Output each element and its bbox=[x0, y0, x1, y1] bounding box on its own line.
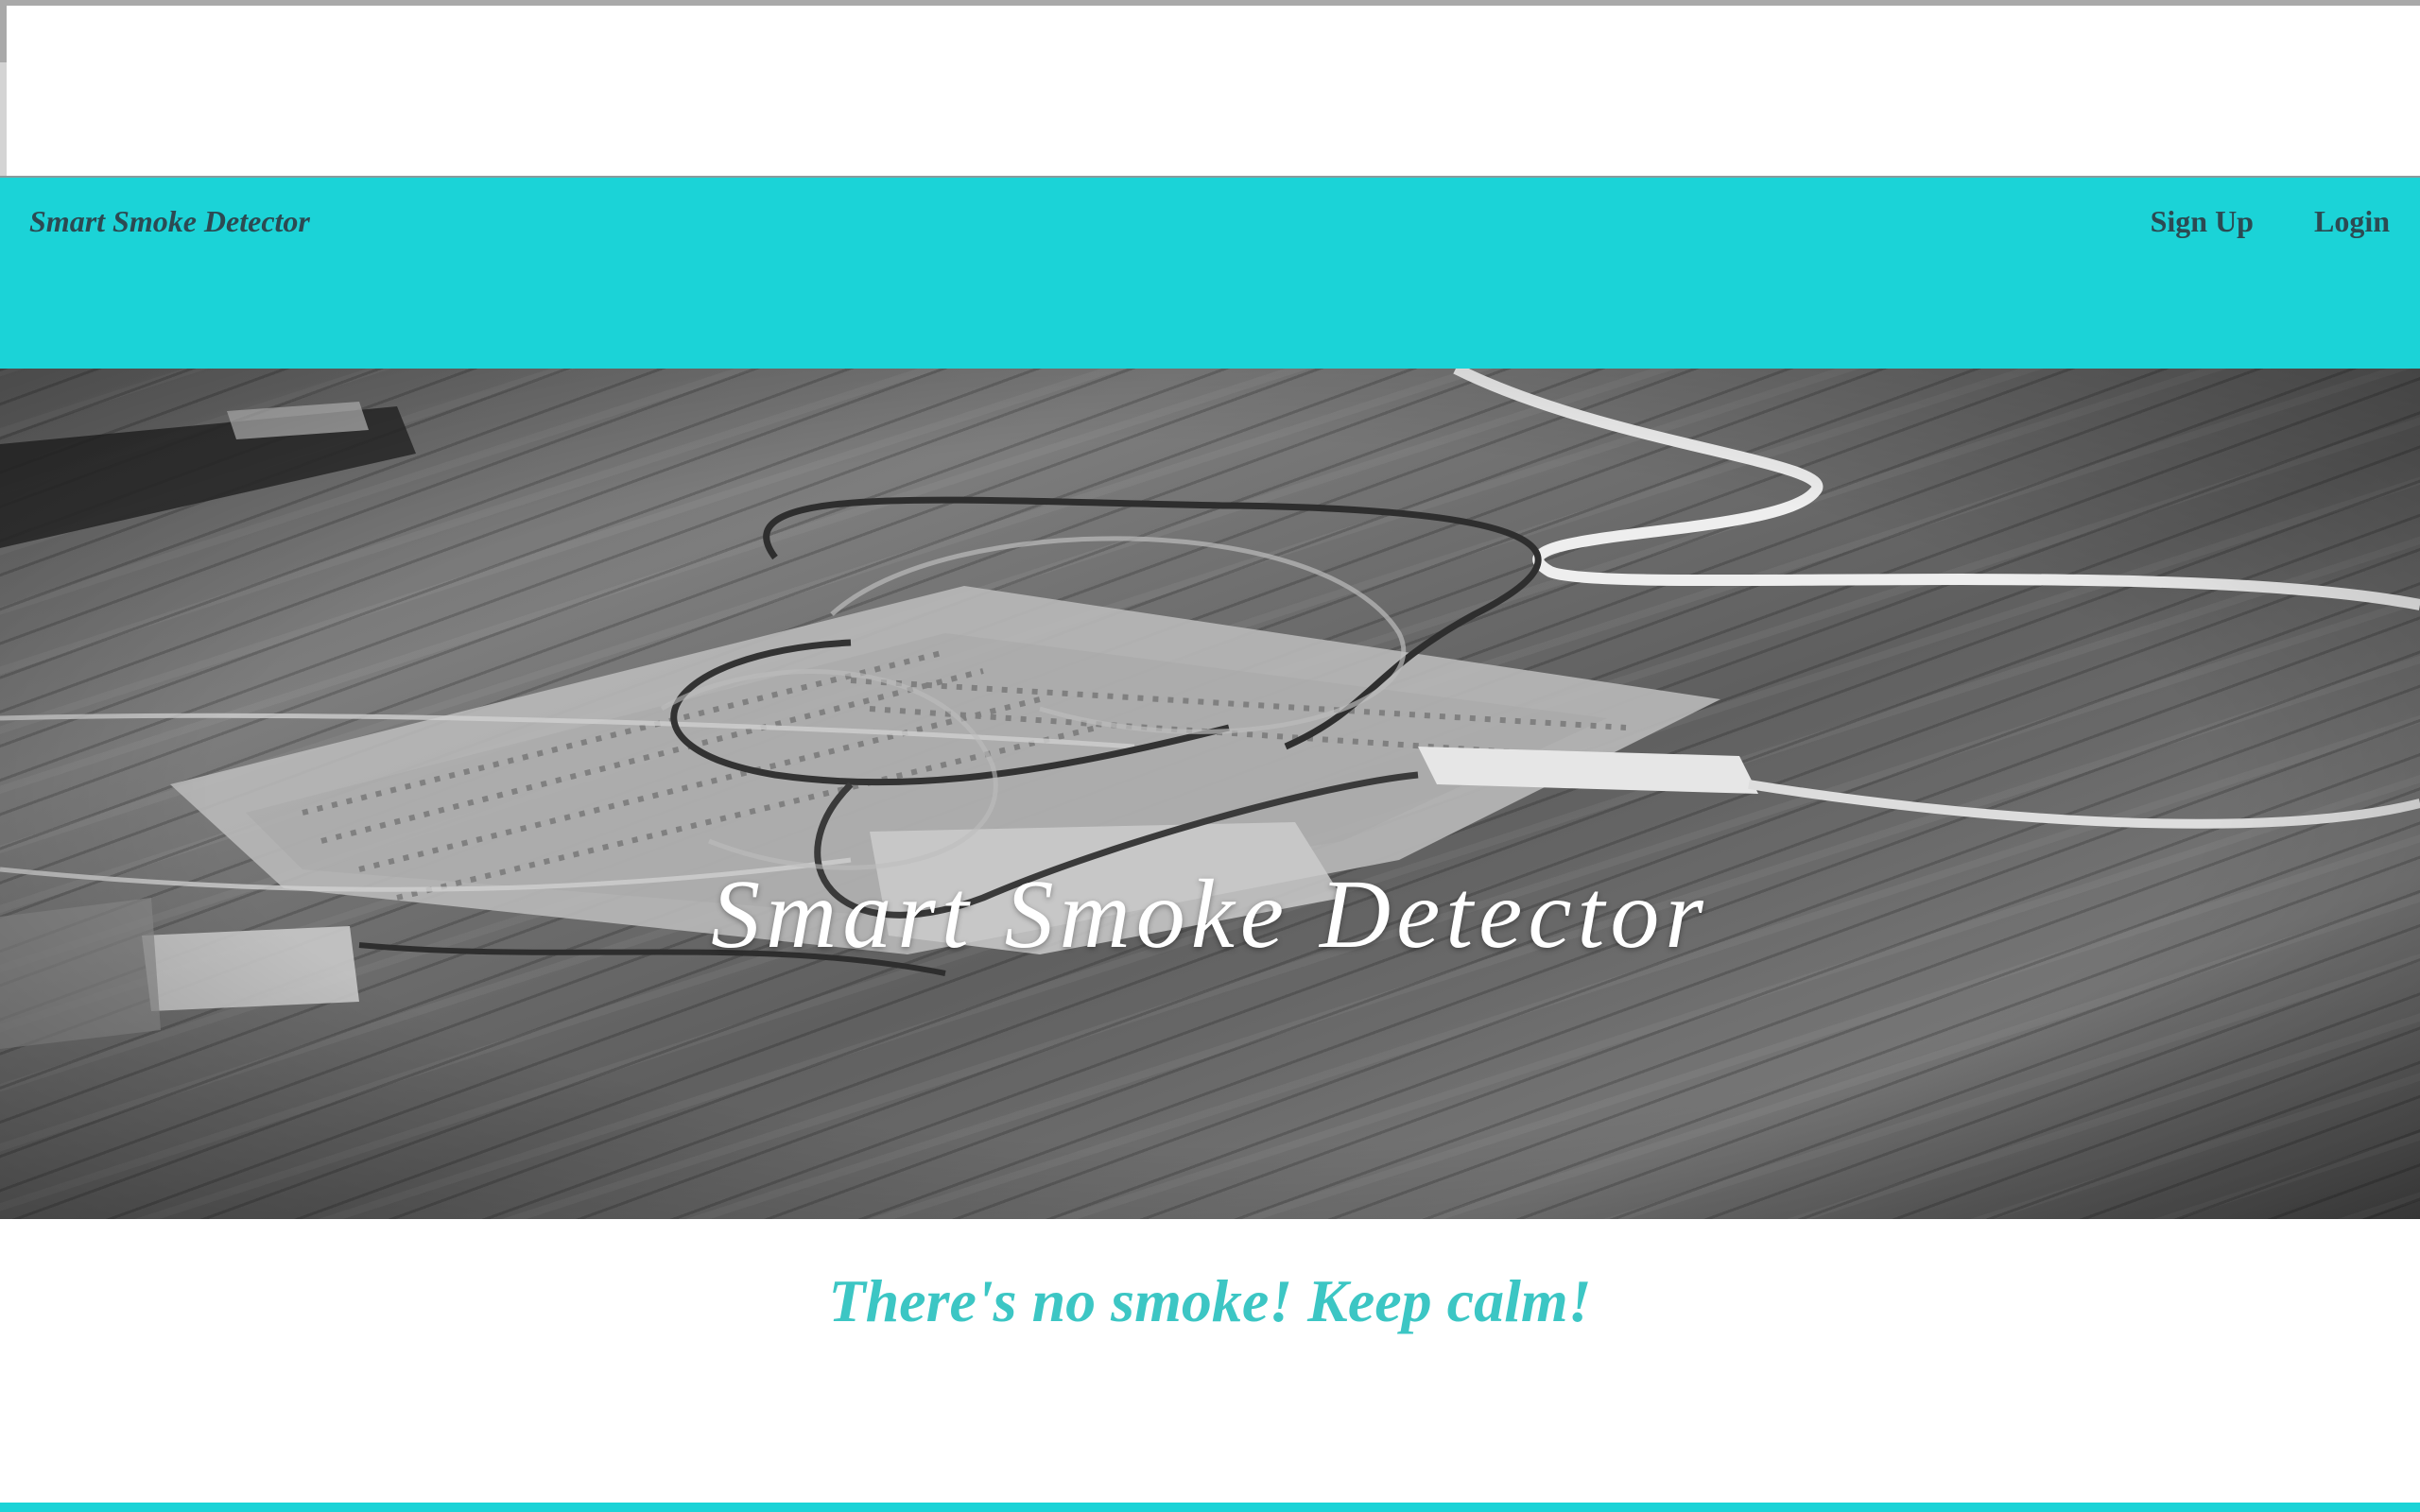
nav-links: Sign Up Login bbox=[2151, 204, 2390, 239]
brand-link[interactable]: Smart Smoke Detector bbox=[29, 204, 310, 239]
sign-up-link[interactable]: Sign Up bbox=[2151, 204, 2254, 239]
hero-title: Smart Smoke Detector bbox=[711, 860, 1709, 969]
hero-background-image bbox=[0, 369, 2420, 1219]
navbar: Smart Smoke Detector Sign Up Login bbox=[0, 178, 2420, 369]
browser-frame bbox=[0, 0, 2420, 178]
frame-edge bbox=[0, 6, 7, 178]
login-link[interactable]: Login bbox=[2314, 204, 2390, 239]
smoke-status-message: There's no smoke! Keep calm! bbox=[828, 1267, 1592, 1334]
page: Smart Smoke Detector Sign Up Login Smart… bbox=[0, 0, 2420, 1512]
footer-bar bbox=[0, 1503, 2420, 1512]
hero-banner: Smart Smoke Detector bbox=[0, 369, 2420, 1219]
